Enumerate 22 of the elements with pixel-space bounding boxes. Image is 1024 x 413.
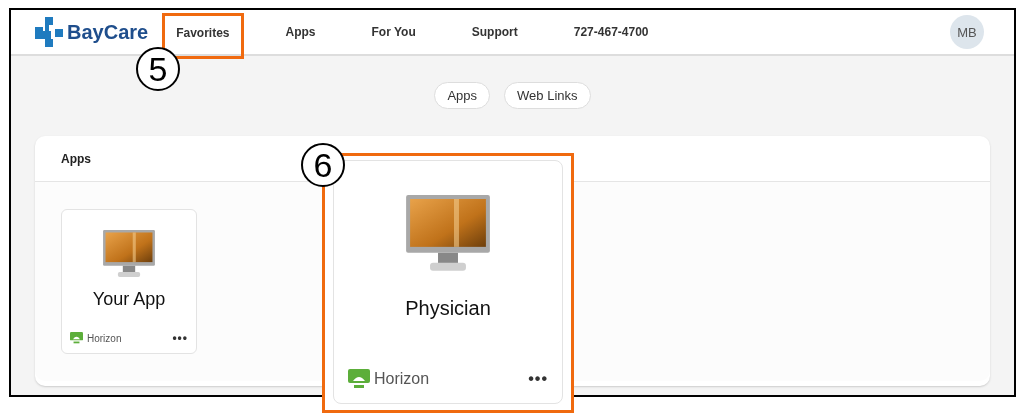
filter-pill[interactable]: Apps xyxy=(434,82,491,109)
step-number: 5 xyxy=(136,47,180,91)
section-title: Apps xyxy=(61,151,91,166)
avatar[interactable]: MB xyxy=(950,15,984,49)
provider-label: Horizon xyxy=(374,370,430,388)
nav-link[interactable]: For You xyxy=(357,12,430,52)
nav-link[interactable]: Apps xyxy=(271,12,330,52)
app-name: Physician xyxy=(405,296,491,320)
more-menu[interactable]: ••• xyxy=(528,370,548,388)
cross-logo-icon xyxy=(35,17,63,47)
nav-link[interactable]: 727-467-4700 xyxy=(559,12,663,52)
app-tile[interactable]: Your App Horizon ••• xyxy=(61,209,197,354)
horizon-icon xyxy=(348,369,370,389)
app-name: Your App xyxy=(92,289,166,311)
provider-label: Horizon xyxy=(87,332,122,344)
logo-text: BayCare xyxy=(67,20,149,44)
filter-pill[interactable]: Web Links xyxy=(504,82,591,109)
app-tile[interactable]: Physician Horizon ••• xyxy=(333,160,563,404)
horizon-icon xyxy=(70,332,83,344)
monitor-icon xyxy=(103,230,155,280)
nav-link[interactable]: Support xyxy=(457,12,532,52)
more-menu[interactable]: ••• xyxy=(172,331,188,345)
